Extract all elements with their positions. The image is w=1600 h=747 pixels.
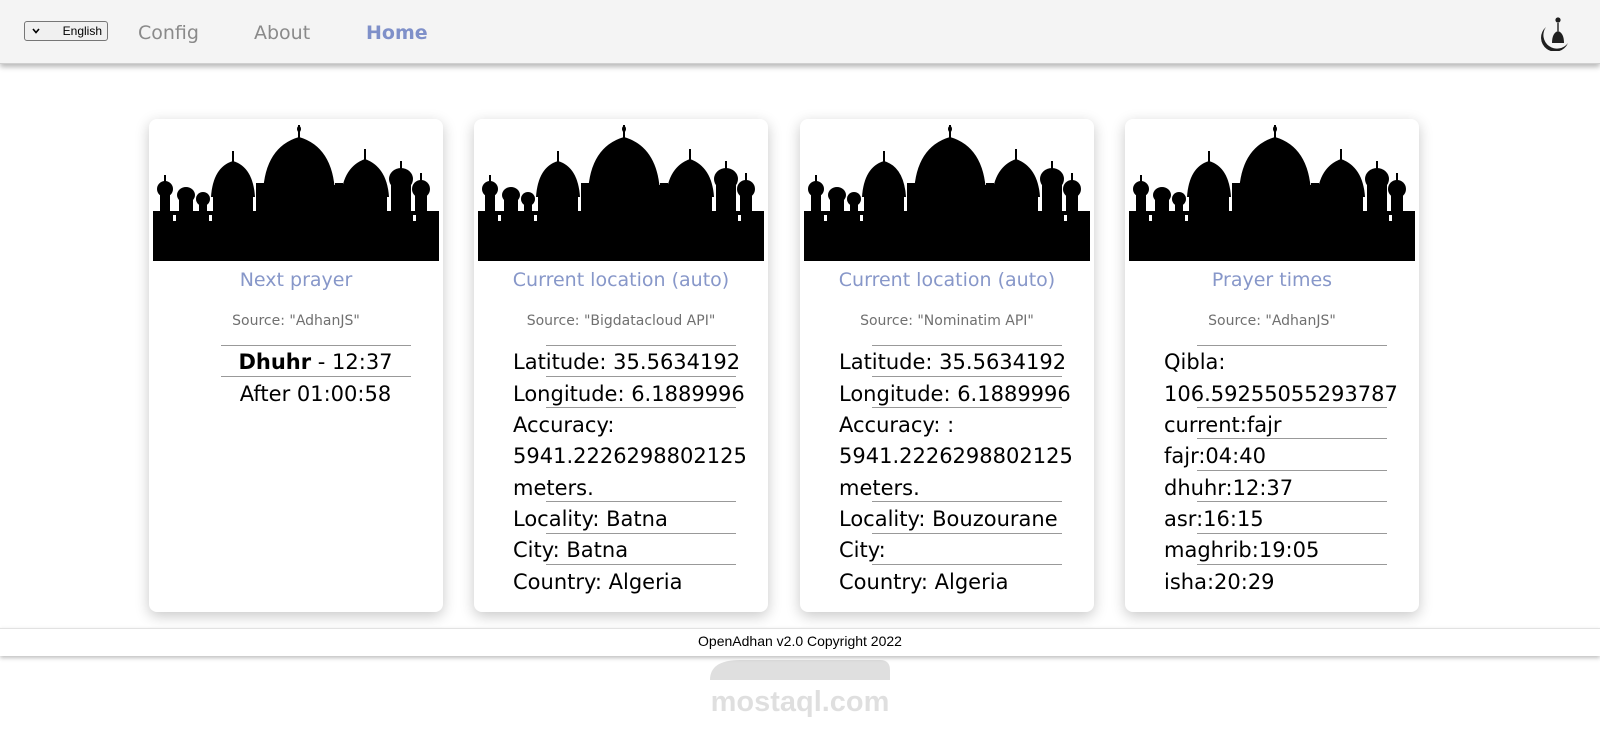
info-line: Locality: Batna [513, 507, 668, 531]
divider [221, 345, 411, 346]
divider [872, 564, 1062, 565]
mosque-banner-image [478, 123, 764, 261]
info-line: current:fajr [1164, 413, 1282, 437]
info-line: meters. [839, 476, 920, 500]
card-title: Current location (auto) [512, 269, 730, 291]
divider [872, 407, 1062, 408]
info-line: asr:16:15 [1164, 507, 1264, 531]
card-source: Source: "AdhanJS" [1208, 313, 1336, 329]
divider [1197, 438, 1387, 439]
footer-copyright: OpenAdhan v2.0 Copyright 2022 [698, 633, 902, 649]
next-prayer-countdown: After 01:00:58 [239, 382, 392, 406]
mosque-banner-image [153, 123, 439, 261]
divider [1197, 407, 1387, 408]
card-source: Source: "AdhanJS" [232, 313, 360, 329]
nav-about[interactable]: About [254, 20, 310, 46]
info-line: Latitude: 35.5634192 [839, 350, 1067, 374]
info-line: maghrib:19:05 [1164, 538, 1320, 562]
nav-home[interactable]: Home [366, 20, 428, 46]
language-select[interactable]: English [24, 21, 108, 41]
location-card-bigdatacloud: Current location (auto) Source: "Bigdata… [474, 119, 768, 612]
card-title: Prayer times [1211, 269, 1333, 291]
chevron-down-icon [32, 28, 40, 34]
divider [546, 564, 736, 565]
watermark-logo-icon [710, 660, 890, 680]
language-select-value: English [62, 24, 102, 38]
divider [1197, 533, 1387, 534]
info-line: Accuracy: [513, 413, 615, 437]
info-line: Country: Algeria [839, 570, 1009, 594]
divider [1197, 470, 1387, 471]
next-prayer-time: - 12:37 [311, 350, 393, 374]
info-line: meters. [513, 476, 594, 500]
info-line: Accuracy: : [839, 413, 955, 437]
card-source: Source: "Bigdatacloud API" [526, 313, 716, 329]
card-source: Source: "Nominatim API" [860, 313, 1034, 329]
divider [221, 376, 411, 377]
watermark: mostaql.com [700, 650, 900, 730]
divider [546, 345, 736, 346]
next-prayer-name-time: Dhuhr - 12:37 [149, 347, 443, 378]
info-line: City: Batna [513, 538, 629, 562]
divider [546, 533, 736, 534]
info-line: Latitude: 35.5634192 [513, 350, 741, 374]
info-line: Country: Algeria [513, 570, 683, 594]
divider [872, 345, 1062, 346]
info-line: Longitude: 6.1889996 [513, 382, 745, 406]
divider [1197, 345, 1387, 346]
info-line: Longitude: 6.1889996 [839, 382, 1071, 406]
card-title: Next prayer [239, 269, 353, 291]
info-line: dhuhr:12:37 [1164, 476, 1294, 500]
location-card-nominatim: Current location (auto) Source: "Nominat… [800, 119, 1094, 612]
info-line: 5941.2226298802125 [513, 444, 747, 468]
moon-mosque-logo-icon[interactable] [1538, 11, 1574, 51]
divider [872, 376, 1062, 377]
top-navigation-bar: English Config About Home [0, 0, 1600, 64]
prayer-times-card: Prayer times Source: "AdhanJS" Qibla: 10… [1125, 119, 1419, 612]
divider [872, 533, 1062, 534]
info-line: 106.59255055293787 [1164, 382, 1398, 406]
mosque-banner-image [1129, 123, 1415, 261]
next-prayer-name: Dhuhr [238, 350, 312, 374]
watermark-text: mostaql.com [710, 686, 890, 718]
mosque-banner-image [804, 123, 1090, 261]
divider [546, 501, 736, 502]
info-line: Locality: Bouzourane [839, 507, 1058, 531]
divider [872, 501, 1062, 502]
divider [546, 376, 736, 377]
card-title: Current location (auto) [838, 269, 1056, 291]
info-line: Qibla: [1164, 350, 1226, 374]
nav-config[interactable]: Config [138, 20, 199, 46]
info-line: 5941.2226298802125 [839, 444, 1073, 468]
info-line: City: [839, 538, 886, 562]
divider [1197, 501, 1387, 502]
info-line: fajr:04:40 [1164, 444, 1266, 468]
divider [1197, 564, 1387, 565]
info-line: isha:20:29 [1164, 570, 1275, 594]
divider [546, 407, 736, 408]
next-prayer-card: Next prayer Source: "AdhanJS" Dhuhr - 12… [149, 119, 443, 612]
